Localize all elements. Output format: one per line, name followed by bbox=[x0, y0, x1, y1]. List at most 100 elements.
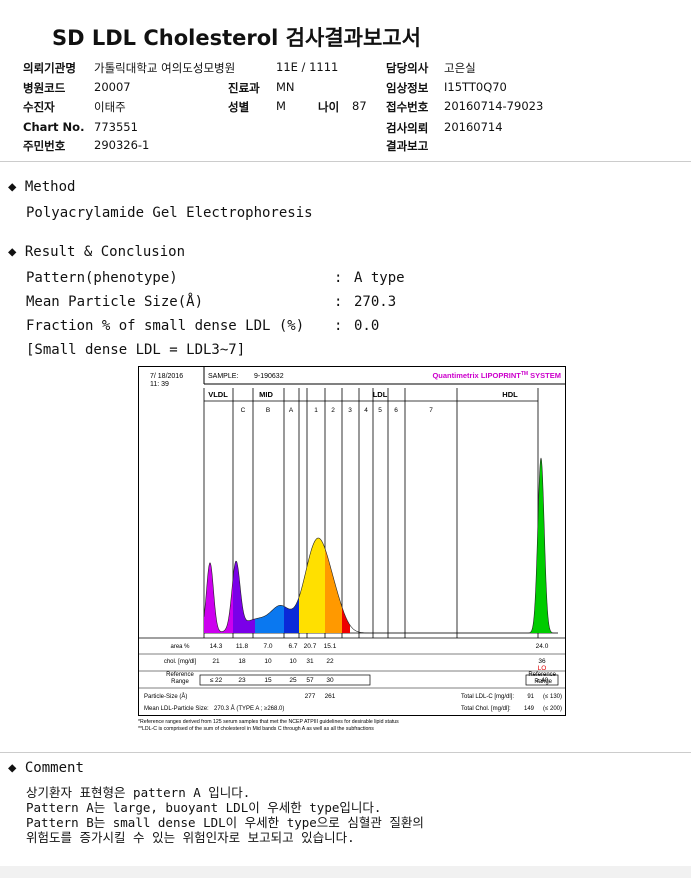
chart-region-hdl bbox=[530, 458, 552, 633]
chart-group-label-ldl: LDL bbox=[373, 390, 388, 399]
clinical-value: I15TT0Q70 bbox=[444, 80, 507, 94]
chart-band-label-A: A bbox=[289, 407, 294, 414]
chart-brand-part-1: LIPOPRINT bbox=[481, 371, 521, 380]
sex-label: 성별 bbox=[228, 100, 250, 114]
result-heading: ◆ Result & Conclusion bbox=[8, 244, 185, 260]
report-page: SD LDL Cholesterol 검사결과보고서 의뢰기관명 가톨릭대학교 … bbox=[0, 0, 691, 866]
chart-band-label-1: 1 bbox=[314, 407, 318, 414]
chart-area-value-5: 15.1 bbox=[324, 643, 337, 650]
chart-chol-value-1: 18 bbox=[238, 658, 246, 665]
chart-footnote-1: *Reference ranges derived from 125 serum… bbox=[138, 719, 399, 725]
chart-band-label-3: 3 bbox=[348, 407, 352, 414]
chart-total-ldl-label: Total LDL-C [mg/dl]: bbox=[461, 694, 514, 700]
chart-brand: Quantimetrix LIPOPRINTTM SYSTEM bbox=[432, 371, 561, 380]
chart-particle-size-2: 261 bbox=[325, 693, 336, 700]
diamond-icon: ◆ bbox=[8, 179, 17, 195]
chart-brand-part-0: Quantimetrix bbox=[432, 371, 480, 380]
result-colon: : bbox=[334, 318, 343, 334]
lipoprint-chart-svg: 7/ 18/201611: 39 SAMPLE: 9-190632 Quantimet… bbox=[138, 366, 566, 732]
result-note: [Small dense LDL = LDL3~7] bbox=[26, 342, 246, 358]
doctor-label: 담당의사 bbox=[386, 61, 429, 75]
chart-chol-value-3: 10 bbox=[289, 658, 297, 665]
chart-ref-value-2: 15 bbox=[264, 677, 272, 684]
institution-value: 가톨릭대학교 여의도성모병원 bbox=[94, 61, 236, 75]
report-title: SD LDL Cholesterol 검사결과보고서 bbox=[52, 26, 421, 50]
chart-region-mid-b bbox=[255, 605, 284, 633]
code-label: 병원코드 bbox=[23, 81, 66, 95]
chart-band-label-6: 6 bbox=[394, 407, 398, 414]
chart-total-chol-ref: (≤ 200) bbox=[543, 706, 562, 712]
chart-divider bbox=[0, 752, 691, 753]
chart-area-value-0: 14.3 bbox=[210, 643, 223, 650]
chart-chol-value-5: 22 bbox=[326, 658, 334, 665]
request-label: 검사의뢰 bbox=[386, 121, 429, 135]
chart-band-label-5: 5 bbox=[378, 407, 382, 414]
chart-ref-value-1: 23 bbox=[238, 677, 246, 684]
chart-total-ldl-value: 91 bbox=[527, 694, 534, 700]
chart-group-label-hdl: HDL bbox=[502, 390, 518, 399]
result-report-label: 결과보고 bbox=[386, 139, 429, 153]
method-text: Polyacrylamide Gel Electrophoresis bbox=[26, 205, 313, 221]
result-colon: : bbox=[334, 270, 343, 286]
chart-area-value-1: 11.8 bbox=[236, 643, 249, 650]
chart-row-label-chol: chol. [mg/dl] bbox=[164, 659, 197, 665]
chart-frame bbox=[138, 366, 566, 716]
result-value-fraction: 0.0 bbox=[354, 318, 380, 334]
result-value-pattern: A type bbox=[354, 270, 405, 286]
chart-total-ldl-ref: (≤ 130) bbox=[543, 694, 562, 700]
receipt-label: 접수번호 bbox=[386, 100, 429, 114]
result-colon: : bbox=[334, 294, 343, 310]
chart-band-label-C: C bbox=[241, 407, 246, 414]
chart-footnote-2: **LDL-C is comprised of the sum of chole… bbox=[138, 726, 374, 732]
chart-ref-box-ldl bbox=[199, 674, 371, 686]
chart-time: 11: 39 bbox=[150, 381, 169, 388]
chart-band-label-7: 7 bbox=[429, 407, 433, 414]
clinical-label: 임상정보 bbox=[386, 81, 429, 95]
chart-band-label-B: B bbox=[266, 407, 270, 414]
chart-mean-value: 270.3 Å (TYPE A ; ≥268.0) bbox=[214, 705, 284, 712]
chart-band-label-4: 4 bbox=[364, 407, 368, 414]
chart-ref-value-5: 30 bbox=[326, 677, 334, 684]
result-label-fraction: Fraction % of small dense LDL (%) bbox=[26, 318, 305, 334]
receipt-value: 20160714-79023 bbox=[444, 99, 544, 113]
chart-band-label-2: 2 bbox=[331, 407, 335, 414]
method-heading: ◆ Method bbox=[8, 179, 75, 195]
method-heading-text: Method bbox=[24, 179, 76, 195]
comment-line-4: 위험도를 증가시킬 수 있는 위험인자로 보고되고 있습니다. bbox=[26, 830, 355, 845]
chart-total-chol-label: Total Chol. [mg/dl]: bbox=[461, 706, 511, 712]
request-value: 20160714 bbox=[444, 120, 503, 134]
chart-group-label-mid: MID bbox=[259, 390, 273, 399]
diamond-icon: ◆ bbox=[8, 244, 17, 260]
chart-no-value: 773551 bbox=[94, 120, 138, 134]
age-value: 87 bbox=[352, 99, 367, 113]
chart-row-label-area: area % bbox=[170, 644, 190, 650]
result-value-size: 270.3 bbox=[354, 294, 397, 310]
chart-total-chol-value: 149 bbox=[524, 706, 535, 712]
id-value: 290326-1 bbox=[94, 138, 150, 152]
chart-chol-value-6: 36 bbox=[538, 658, 546, 665]
chart-area-value-3: 6.7 bbox=[288, 643, 297, 650]
result-label-size: Mean Particle Size(Å) bbox=[26, 294, 204, 310]
chart-region-mid-c bbox=[233, 561, 255, 633]
chart-area-value-6: 24.0 bbox=[536, 643, 549, 650]
patient-label: 수진자 bbox=[23, 100, 55, 114]
result-label-pattern: Pattern(phenotype) bbox=[26, 270, 178, 286]
chart-sample-value: 9-190632 bbox=[254, 373, 284, 380]
chart-particle-size-1: 277 bbox=[305, 693, 316, 700]
chart-no-label: Chart No. bbox=[23, 120, 85, 134]
institution-label: 의뢰기관명 bbox=[23, 61, 76, 75]
age-label: 나이 bbox=[318, 100, 340, 114]
chart-brand-part-2: TM bbox=[521, 371, 528, 377]
id-label: 주민번호 bbox=[23, 139, 66, 153]
result-heading-text: Result & Conclusion bbox=[24, 244, 186, 260]
diamond-icon: ◆ bbox=[8, 760, 17, 776]
chart-row-label-ref-2: Range bbox=[171, 679, 189, 685]
chart-region-ldl-1 bbox=[299, 538, 325, 633]
chart-chol-value-2: 10 bbox=[264, 658, 272, 665]
chart-chol-value-4: 31 bbox=[306, 658, 314, 665]
chart-row-label-ref-1: Reference bbox=[166, 672, 194, 678]
chart-mean-label: Mean LDL-Particle Size: bbox=[144, 706, 209, 712]
chart-area-value-4: 20.7 bbox=[304, 643, 317, 650]
chart-region-vldl bbox=[204, 562, 233, 633]
dept-value: MN bbox=[276, 80, 295, 94]
